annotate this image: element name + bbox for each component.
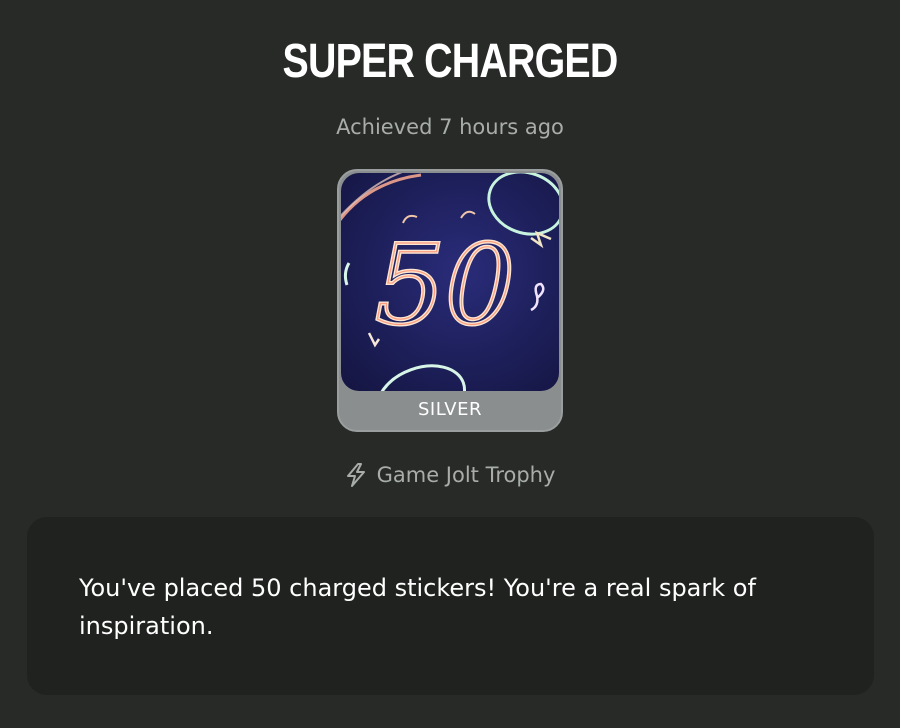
trophy-image: 50 50 [341,173,559,391]
trophy-tier-label: SILVER [418,399,482,420]
trophy-art-graphic: 50 50 [341,173,559,391]
lightning-bolt-icon [345,463,367,487]
trophy-thumbnail-card: 50 50 SILVER [337,169,563,432]
trophy-title: SUPER CHARGED [282,35,619,88]
trophy-detail-page: SUPER CHARGED Achieved 7 hours ago 50 50 [0,0,900,728]
trophy-source-label: Game Jolt Trophy [376,463,556,487]
trophy-art-text-glow: 50 [375,221,515,349]
trophy-description: You've placed 50 charged stickers! You'r… [79,574,756,640]
trophy-source: Game Jolt Trophy [0,460,900,495]
trophy-description-card: You've placed 50 charged stickers! You'r… [27,517,874,695]
achieved-timestamp: Achieved 7 hours ago [336,115,564,139]
